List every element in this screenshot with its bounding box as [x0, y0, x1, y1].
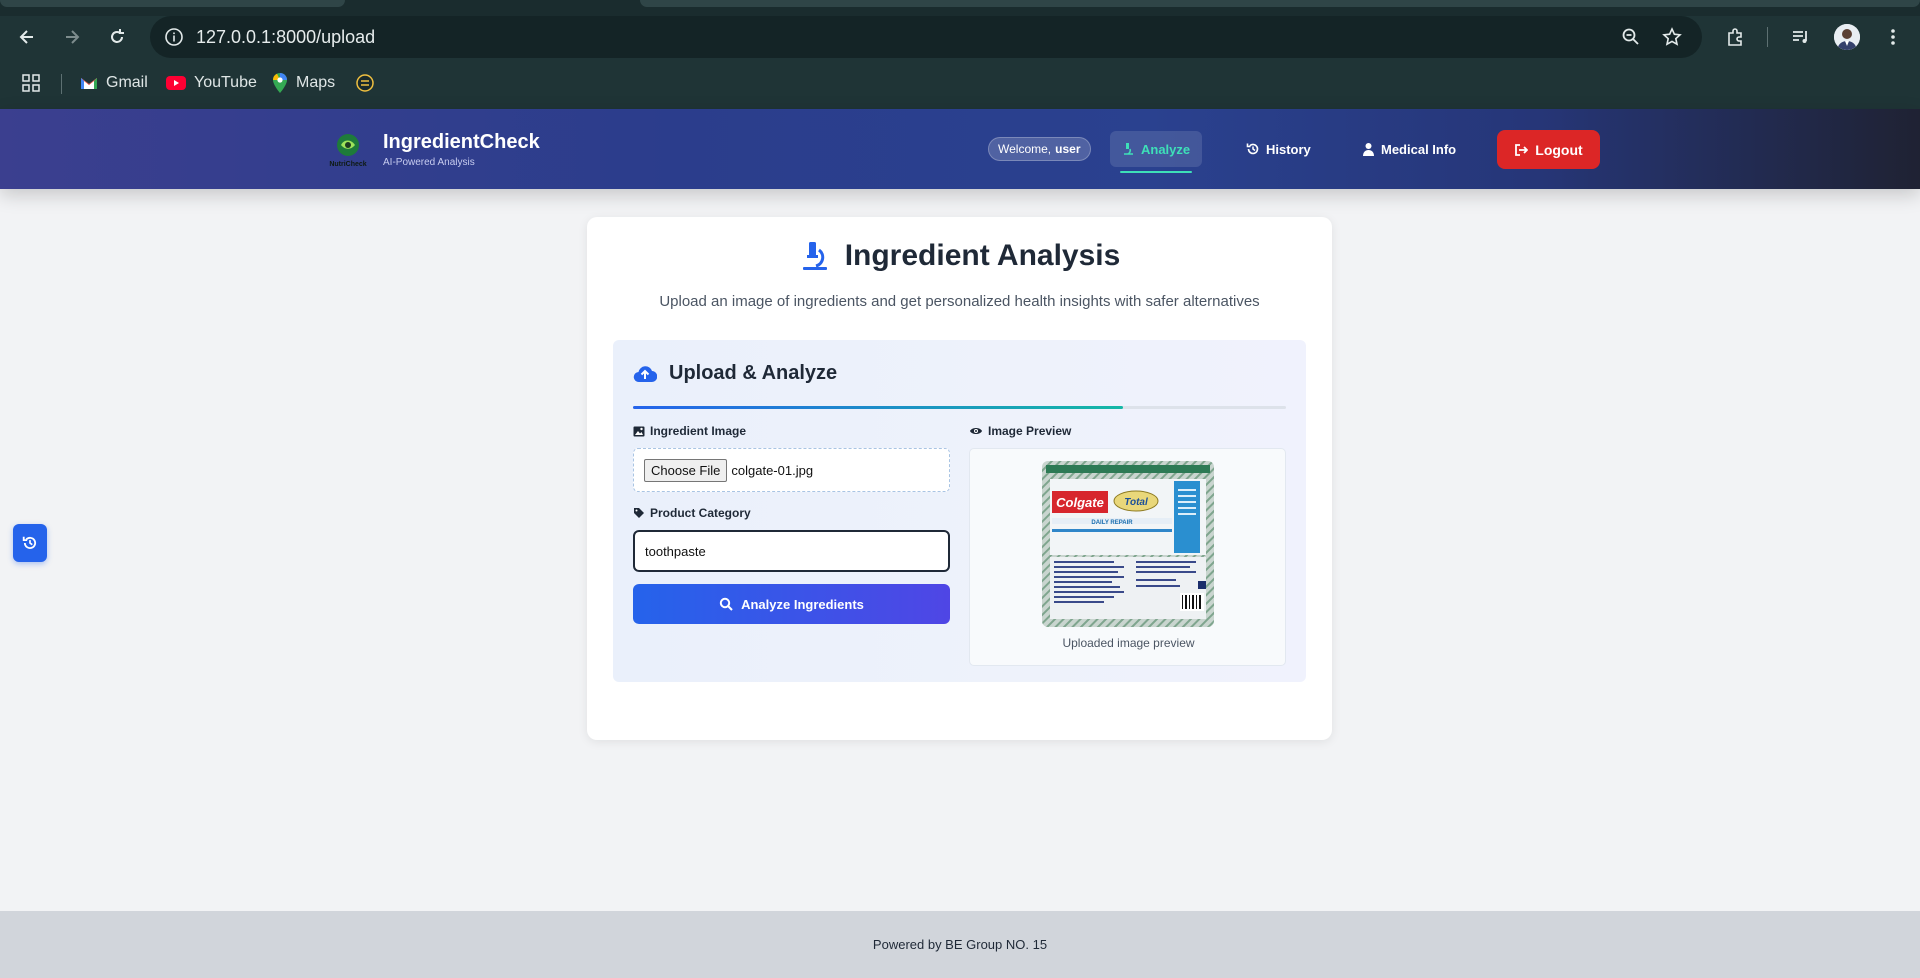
nutricheck-logo[interactable]: NutriCheck [328, 131, 368, 169]
forward-icon[interactable] [57, 22, 87, 52]
image-preview-box: Colgate Total DAILY REPAIR Uploaded imag… [969, 448, 1286, 666]
profile-avatar[interactable] [1834, 24, 1860, 50]
nav-history[interactable]: History [1246, 131, 1311, 167]
search-icon [719, 597, 733, 611]
bookmark-label: YouTube [194, 74, 257, 91]
analyze-ingredients-button[interactable]: Analyze Ingredients [633, 584, 950, 624]
browser-menu-icon[interactable] [1878, 22, 1908, 52]
browser-tab[interactable] [640, 0, 1920, 7]
preview-brand: Colgate [1056, 495, 1104, 510]
microscope-icon [1124, 143, 1133, 155]
preview-variant: DAILY REPAIR [1091, 520, 1133, 526]
preview-product: Total [1124, 497, 1148, 508]
bookmark-maps[interactable]: Maps [272, 71, 335, 95]
cloud-upload-icon [633, 365, 657, 382]
welcome-badge: Welcome, user [988, 137, 1091, 161]
file-input[interactable]: Choose File colgate-01.jpg [633, 448, 950, 492]
reload-icon[interactable] [102, 22, 132, 52]
logout-label: Logout [1535, 141, 1583, 158]
nav-label: Analyze [1141, 141, 1191, 157]
history-icon [1246, 143, 1259, 155]
welcome-username: user [1055, 142, 1081, 156]
bookmark-gmail[interactable]: Gmail [80, 71, 148, 95]
page-title-row: Ingredient Analysis [587, 239, 1332, 273]
bookmark-extension[interactable] [356, 71, 374, 95]
user-medical-icon [1363, 143, 1374, 156]
bookmark-youtube[interactable]: YouTube [166, 71, 257, 95]
browser-tab[interactable] [0, 0, 345, 7]
address-bar[interactable]: 127.0.0.1:8000/upload [150, 16, 1702, 58]
page-footer: Powered by BE Group NO. 15 [0, 911, 1920, 978]
media-control-icon[interactable] [1786, 22, 1816, 52]
selected-file-name: colgate-01.jpg [731, 462, 814, 478]
active-indicator [1120, 171, 1193, 173]
footer-text: Powered by BE Group NO. 15 [872, 937, 1048, 952]
maps-icon [273, 73, 287, 93]
history-icon [22, 536, 36, 549]
brand-name[interactable]: IngredientCheck [383, 131, 540, 154]
upload-panel: Upload & Analyze Ingredient Image Choose… [613, 340, 1306, 682]
nav-analyze[interactable]: Analyze [1110, 131, 1203, 173]
choose-file-button[interactable]: Choose File [644, 458, 728, 482]
image-icon [633, 426, 645, 436]
tab-strip [0, 0, 1920, 16]
category-label-text: Product Category [650, 506, 751, 520]
gmail-icon [81, 78, 97, 89]
bookmark-label: Gmail [106, 74, 148, 91]
brand-subtitle: AI-Powered Analysis [383, 157, 475, 168]
category-field-label: Product Category [633, 506, 751, 520]
extension-bookmark-icon [356, 74, 374, 92]
microscope-icon [802, 242, 827, 270]
zoom-icon[interactable] [1616, 22, 1646, 52]
nav-label: History [1266, 141, 1311, 157]
image-label-text: Ingredient Image [650, 424, 747, 438]
page-title: Ingredient Analysis [844, 239, 1121, 272]
bookmark-label: Maps [296, 74, 336, 91]
back-icon[interactable] [12, 22, 42, 52]
bookmark-star-icon[interactable] [1657, 22, 1687, 52]
tag-icon [634, 508, 644, 518]
site-info-icon[interactable] [164, 27, 184, 52]
analyze-label: Analyze Ingredients [741, 596, 864, 612]
panel-title: Upload & Analyze [669, 362, 838, 384]
preview-field-label: Image Preview [969, 424, 1071, 438]
browser-chrome: 127.0.0.1:8000/upload Gmail YouTube Maps [0, 0, 1920, 109]
apps-grid-icon[interactable] [22, 71, 40, 95]
url-text[interactable]: 127.0.0.1:8000/upload [196, 27, 375, 48]
progress-bar [633, 406, 1286, 409]
uploaded-image-preview: Colgate Total DAILY REPAIR [1042, 461, 1214, 627]
toolbar-divider [1767, 27, 1768, 47]
floating-history-button[interactable] [13, 524, 47, 562]
extensions-icon[interactable] [1720, 22, 1750, 52]
youtube-icon [166, 76, 186, 90]
progress-fill [633, 406, 1123, 409]
preview-label-text: Image Preview [988, 424, 1072, 438]
analysis-card: Ingredient Analysis Upload an image of i… [587, 217, 1332, 740]
preview-caption: Uploaded image preview [1062, 636, 1195, 650]
app-navbar: NutriCheck IngredientCheck AI-Powered An… [0, 109, 1920, 189]
bookmarks-divider [61, 74, 62, 94]
image-field-label: Ingredient Image [633, 424, 746, 438]
welcome-prefix: Welcome, [998, 142, 1052, 156]
logout-icon [1515, 143, 1529, 156]
eye-icon [970, 428, 982, 434]
logo-text: NutriCheck [329, 161, 366, 168]
panel-header: Upload & Analyze [633, 362, 837, 385]
page-subtitle: Upload an image of ingredients and get p… [659, 293, 1260, 310]
product-category-input[interactable]: toothpaste [633, 530, 950, 572]
nav-label: Medical Info [1381, 141, 1457, 157]
logout-button[interactable]: Logout [1497, 130, 1600, 169]
bookmarks-bar: Gmail YouTube Maps [0, 64, 1920, 102]
nav-medical-info[interactable]: Medical Info [1362, 131, 1456, 167]
